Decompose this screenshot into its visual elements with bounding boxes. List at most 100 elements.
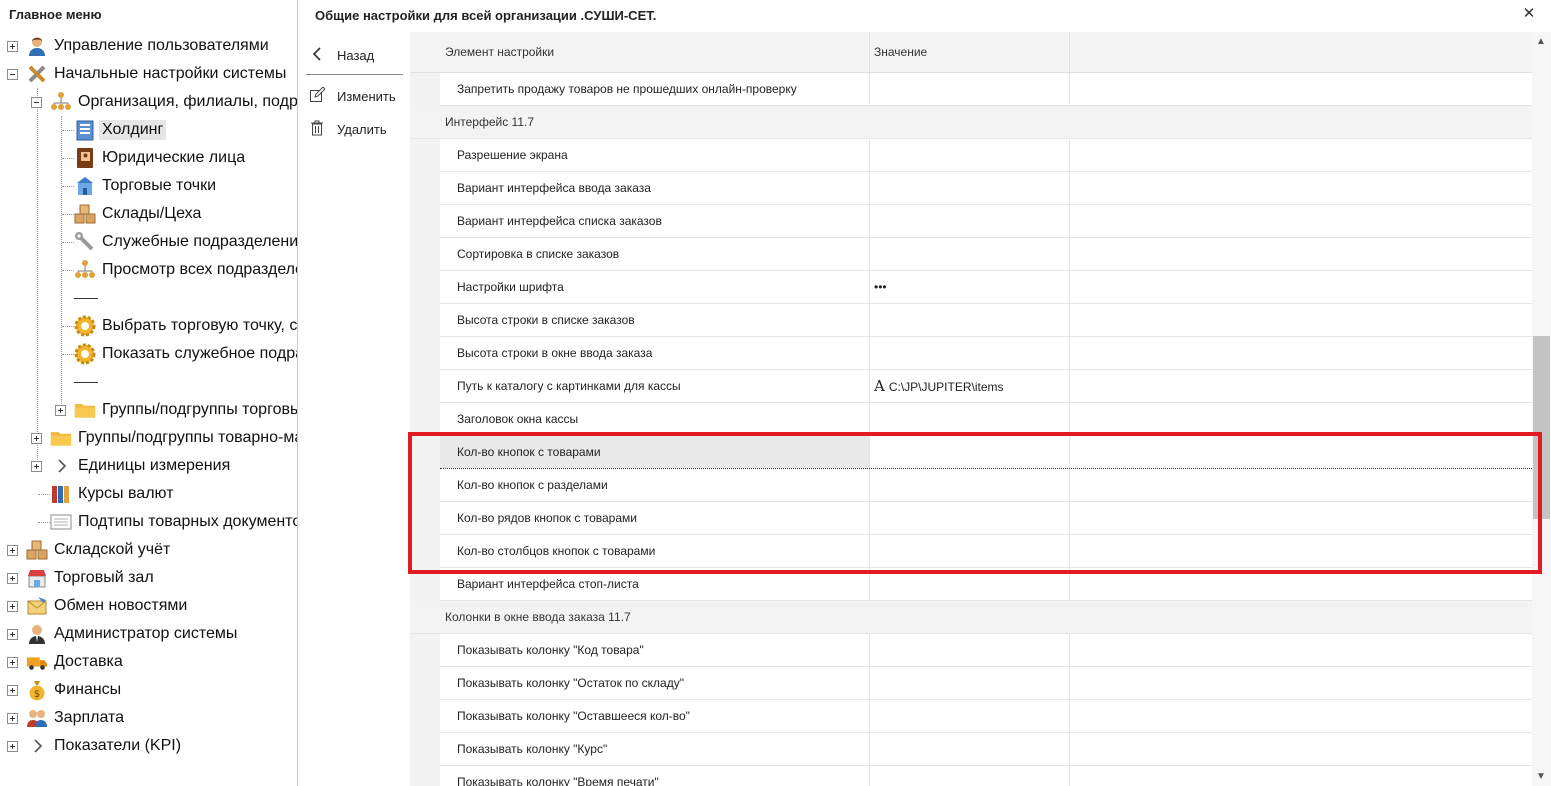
collapse-toggle[interactable] <box>7 69 18 80</box>
setting-value-cell[interactable] <box>870 568 1070 600</box>
expand-toggle[interactable] <box>7 741 18 752</box>
setting-value-cell[interactable] <box>870 73 1070 105</box>
grid-row[interactable]: Высота строки в окне ввода заказа <box>440 337 1532 370</box>
grid-row[interactable]: Высота строки в списке заказов <box>440 304 1532 337</box>
tree-item-label: Показать служебное подразделение <box>102 345 297 362</box>
tree-item-holding[interactable]: Холдинг <box>74 116 167 144</box>
setting-value-cell[interactable] <box>870 238 1070 270</box>
setting-value-cell[interactable] <box>870 337 1070 369</box>
grid-row[interactable]: Кол-во столбцов кнопок с товарами <box>440 535 1532 568</box>
grid-row[interactable]: Путь к каталогу с картинками для кассы A C… <box>440 370 1532 403</box>
grid-row[interactable]: Вариант интерфейса стоп-листа <box>440 568 1532 601</box>
tree-item-news-exchange[interactable]: Обмен новостями <box>26 592 187 620</box>
tree-item-label: Финансы <box>54 681 122 698</box>
expand-toggle[interactable] <box>55 405 66 416</box>
expand-toggle[interactable] <box>31 461 42 472</box>
tree-item-view-all-units[interactable]: Просмотр всех подразделений <box>74 256 297 284</box>
close-icon[interactable]: ✕ <box>1521 6 1537 22</box>
setting-value-cell[interactable] <box>870 733 1070 765</box>
setting-value-cell[interactable] <box>870 634 1070 666</box>
tree-item-system-admin[interactable]: Администратор системы <box>26 620 237 648</box>
setting-value-cell[interactable] <box>870 304 1070 336</box>
expand-toggle[interactable] <box>7 629 18 640</box>
setting-value-cell[interactable]: ••• <box>870 271 1070 303</box>
expand-toggle[interactable] <box>7 601 18 612</box>
tree-item-salary[interactable]: Зарплата <box>26 704 124 732</box>
grid-row[interactable]: Разрешение экрана <box>440 139 1532 172</box>
vertical-scrollbar[interactable]: ▲ ▼ <box>1532 32 1551 786</box>
column-header-value[interactable]: Значение <box>874 45 927 59</box>
setting-value-cell[interactable] <box>870 436 1070 468</box>
setting-value-cell[interactable] <box>870 700 1070 732</box>
setting-value-cell[interactable] <box>870 172 1070 204</box>
setting-name-cell: Настройки шрифта <box>440 271 870 303</box>
setting-value-cell[interactable] <box>870 502 1070 534</box>
grid-row[interactable]: Настройки шрифта ••• <box>440 271 1532 304</box>
expand-toggle[interactable] <box>31 433 42 444</box>
expand-toggle[interactable] <box>7 713 18 724</box>
grid-row[interactable]: Кол-во кнопок с разделами <box>440 469 1532 502</box>
expand-toggle[interactable] <box>7 545 18 556</box>
tree-item-sales-floor[interactable]: Торговый зал <box>26 564 154 592</box>
collapse-toggle[interactable] <box>31 97 42 108</box>
scroll-up-arrow[interactable]: ▲ <box>1536 36 1546 47</box>
grid-row[interactable]: Показывать колонку "Курс" <box>440 733 1532 766</box>
tree-item-trade-points[interactable]: Торговые точки <box>74 172 216 200</box>
setting-value-cell[interactable]: A C:\JP\JUPITER\items <box>870 370 1070 402</box>
tree-item-finance[interactable]: $ Финансы <box>26 676 121 704</box>
grid-row[interactable]: Показывать колонку "Остаток по складу" <box>440 667 1532 700</box>
tree-item-delivery[interactable]: Доставка <box>26 648 123 676</box>
envelope-icon <box>26 595 48 617</box>
tree-item-initial-settings[interactable]: Начальные настройки системы <box>26 60 286 88</box>
expand-toggle[interactable] <box>7 685 18 696</box>
setting-name-cell: Кол-во рядов кнопок с товарами <box>440 502 870 534</box>
setting-value-cell[interactable] <box>870 535 1070 567</box>
tree-item-label: Управление пользователями <box>54 37 269 54</box>
setting-value-cell[interactable] <box>870 205 1070 237</box>
tree-item-currency-rates[interactable]: Курсы валют <box>50 480 174 508</box>
expand-toggle[interactable] <box>7 41 18 52</box>
grid-row[interactable]: Вариант интерфейса ввода заказа <box>440 172 1532 205</box>
tree-item-legal-entities[interactable]: Юридические лица <box>74 144 245 172</box>
grid-row[interactable]: Вариант интерфейса списка заказов <box>440 205 1532 238</box>
back-button[interactable]: Назад <box>306 41 374 69</box>
expand-toggle[interactable] <box>7 657 18 668</box>
expand-toggle[interactable] <box>7 573 18 584</box>
tree-item-service-units[interactable]: Служебные подразделения <box>74 228 297 256</box>
tree-item-document-subtypes[interactable]: Подтипы товарных документов <box>50 508 297 536</box>
tree-item-show-service-unit[interactable]: Показать служебное подразделение <box>74 340 297 368</box>
grid-row[interactable]: Кол-во кнопок с товарами <box>440 436 1532 469</box>
tree-item-warehouse-accounting[interactable]: Складской учёт <box>26 536 170 564</box>
grid-group-row[interactable]: Интерфейс 11.7 <box>410 106 1532 139</box>
edit-button[interactable]: Изменить <box>306 82 396 110</box>
setting-value-cell[interactable] <box>870 469 1070 501</box>
grid-row[interactable]: Кол-во рядов кнопок с товарами <box>440 502 1532 535</box>
grid-row[interactable]: Показывать колонку "Код товара" <box>440 634 1532 667</box>
delete-button[interactable]: Удалить <box>306 115 387 143</box>
truck-icon <box>26 651 48 673</box>
setting-name-cell: Вариант интерфейса стоп-листа <box>440 568 870 600</box>
grid-row[interactable]: Сортировка в списке заказов <box>440 238 1532 271</box>
tree-item-select-trade-point[interactable]: Выбрать торговую точку, смену <box>74 312 297 340</box>
tree-item-kpi[interactable]: Показатели (KPI) <box>26 732 181 760</box>
grid-row[interactable]: Заголовок окна кассы <box>440 403 1532 436</box>
tree-item-users[interactable]: Управление пользователями <box>26 32 269 60</box>
scroll-down-arrow[interactable]: ▼ <box>1536 771 1546 782</box>
scrollbar-thumb[interactable] <box>1533 336 1550 519</box>
setting-value-cell[interactable] <box>870 403 1070 435</box>
setting-value-cell[interactable] <box>870 766 1070 786</box>
action-sidebar: Назад Изменить Удалить <box>298 32 410 786</box>
setting-value-cell[interactable] <box>870 139 1070 171</box>
grid-row[interactable]: Запретить продажу товаров не прошедших о… <box>440 73 1532 106</box>
grid-row[interactable]: Показывать колонку "Оставшееся кол-во" <box>440 700 1532 733</box>
grid-row[interactable]: Показывать колонку "Время печати" <box>440 766 1532 786</box>
tree-item-trade-point-groups[interactable]: Группы/подгруппы торговых точек <box>74 396 297 424</box>
setting-value-cell[interactable] <box>870 667 1070 699</box>
tree-item-warehouses[interactable]: Склады/Цеха <box>74 200 201 228</box>
tree-item-organization[interactable]: Организация, филиалы, подразделения <box>50 88 297 116</box>
tree-item-goods-groups[interactable]: Группы/подгруппы товарно-материальных це… <box>50 424 297 452</box>
tree-item-label: Складской учёт <box>54 541 171 558</box>
grid-group-row[interactable]: Колонки в окне ввода заказа 11.7 <box>410 601 1532 634</box>
tree-item-units-of-measure[interactable]: Единицы измерения <box>50 452 230 480</box>
column-header-element[interactable]: Элемент настройки <box>445 45 554 59</box>
